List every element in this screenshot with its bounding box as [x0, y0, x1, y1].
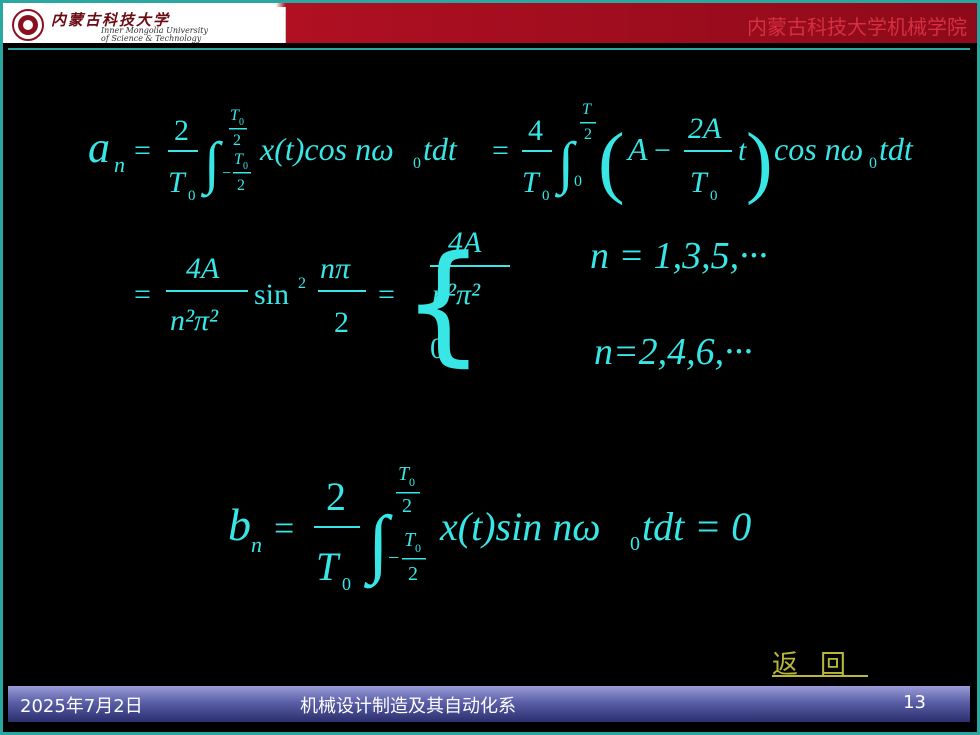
- int2-upper-den: 2: [584, 126, 592, 143]
- int3-lower-sub: 0: [415, 541, 421, 555]
- case1-fraction-bar: [430, 265, 510, 267]
- an-lhs-sub: n: [114, 152, 125, 177]
- footer-date: 2025年7月2日: [20, 696, 143, 717]
- formula-an-line2: = 4A n²π² sin 2 nπ 2 = { 4A n²π² 0 n = 1…: [134, 226, 768, 379]
- integrand-1: x(t)cos nω: [259, 131, 394, 167]
- coef2-den: T: [522, 166, 541, 199]
- bn-coef-den: T: [316, 544, 341, 589]
- int1-lower-sub: 0: [243, 161, 248, 172]
- left-paren: (: [598, 118, 625, 206]
- omega-sub-3: 0: [630, 533, 640, 555]
- omega-sub-1: 0: [413, 155, 421, 172]
- tail-cos: cos nω: [774, 131, 863, 167]
- case2-value: 0: [430, 332, 445, 365]
- equals-sign-2: =: [492, 134, 509, 167]
- result-frac-den: n²π²: [170, 304, 219, 337]
- coef1-den: T: [168, 166, 187, 199]
- case1-condition: n = 1,3,5,···: [590, 235, 768, 277]
- omega-sub-2: 0: [869, 155, 877, 172]
- paren-A: A: [626, 131, 648, 167]
- bn-integrand: x(t)sin nω: [439, 504, 600, 549]
- int1-upper-bar: [229, 128, 247, 130]
- bn-lhs: b: [228, 499, 251, 550]
- header-divider: [8, 48, 970, 50]
- bn-coef-num: 2: [326, 474, 346, 519]
- coef2-fraction-bar: [522, 150, 552, 152]
- int2-lower: 0: [574, 173, 582, 190]
- tail-end: tdt: [879, 131, 914, 167]
- slide-content: a n = 2 T 0 ∫ T 0 2 − T 0 2 x(t)cos nω 0…: [8, 52, 970, 692]
- formula-canvas: a n = 2 T 0 ∫ T 0 2 − T 0 2 x(t)cos nω 0…: [88, 101, 914, 594]
- paren-frac-num: 2A: [688, 112, 722, 145]
- coef1-fraction-bar: [168, 150, 198, 152]
- int3-upper-bar: [396, 492, 420, 494]
- return-link[interactable]: 返回: [772, 644, 868, 681]
- bn-coef-bar: [314, 526, 360, 528]
- university-logo: 内蒙古科技大学 Inner Mongolia University of Sci…: [9, 7, 286, 43]
- slide-footer: 2025年7月2日 机械设计制造及其自动化系 13: [8, 686, 970, 722]
- college-title: 内蒙古科技大学机械学院: [747, 15, 967, 39]
- sin-label: sin: [254, 278, 289, 311]
- equals-sign-5: =: [274, 508, 294, 548]
- formula-an-line1: a n = 2 T 0 ∫ T 0 2 − T 0 2 x(t)cos nω 0…: [88, 101, 914, 206]
- int1-lower-den: 2: [237, 177, 245, 194]
- right-paren: ): [746, 118, 773, 206]
- bn-coef-den-sub: 0: [342, 574, 351, 594]
- int3-upper-den: 2: [402, 495, 412, 517]
- minus-sign: −: [654, 134, 671, 167]
- int3-lower-den: 2: [408, 563, 418, 585]
- sin-power: 2: [298, 275, 306, 292]
- equals-sign-4: =: [378, 278, 395, 311]
- case1-num: 4A: [448, 226, 482, 259]
- int2-upper-bar: [580, 122, 596, 124]
- int1-upper-sub: 0: [239, 117, 244, 128]
- int1-upper-den: 2: [233, 132, 241, 149]
- logo-english-name: Inner Mongolia University of Science & T…: [101, 27, 208, 43]
- int1-lower-minus: −: [222, 165, 231, 182]
- coef2-num: 4: [528, 114, 543, 147]
- equals-sign-3: =: [134, 278, 151, 311]
- slide-header: 内蒙古科技大学 Inner Mongolia University of Sci…: [3, 3, 977, 43]
- an-lhs: a: [88, 123, 110, 172]
- integrand-1-end: tdt: [423, 131, 458, 167]
- result-frac-num: 4A: [186, 252, 220, 285]
- integral-sign-3: ∫: [364, 501, 393, 589]
- int2-upper-num: T: [582, 101, 592, 118]
- case1-den: n²π²: [432, 278, 481, 311]
- arg-fraction-bar: [318, 290, 366, 292]
- formula-bn: b n = 2 T 0 ∫ T 0 2 − T 0 2 x(t)sin nω 0…: [228, 463, 751, 594]
- paren-frac-den: T: [690, 166, 709, 199]
- footer-department: 机械设计制造及其自动化系: [300, 696, 516, 717]
- result-fraction-bar: [166, 290, 248, 292]
- university-seal-icon: [12, 9, 44, 41]
- paren-fraction-bar: [684, 150, 732, 152]
- int3-upper-sub: 0: [409, 475, 415, 489]
- int1-lower-bar: [233, 172, 251, 174]
- bn-lhs-sub: n: [251, 532, 262, 557]
- integral-sign-1: ∫: [200, 130, 223, 198]
- case2-condition: n=2,4,6,···: [594, 331, 753, 373]
- int3-lower-minus: −: [388, 547, 399, 569]
- coef1-den-sub: 0: [188, 188, 196, 204]
- coef2-den-sub: 0: [542, 188, 550, 204]
- bn-integrand-end: tdt = 0: [642, 504, 751, 549]
- arg-num: nπ: [320, 252, 351, 285]
- coef1-num: 2: [174, 114, 189, 147]
- arg-den: 2: [334, 306, 349, 339]
- paren-frac-den-sub: 0: [710, 188, 718, 204]
- int3-lower-bar: [402, 558, 426, 560]
- equals-sign-1: =: [134, 134, 151, 167]
- footer-page-number: 13: [903, 692, 926, 713]
- logo-english-line2: of Science & Technology: [101, 34, 202, 43]
